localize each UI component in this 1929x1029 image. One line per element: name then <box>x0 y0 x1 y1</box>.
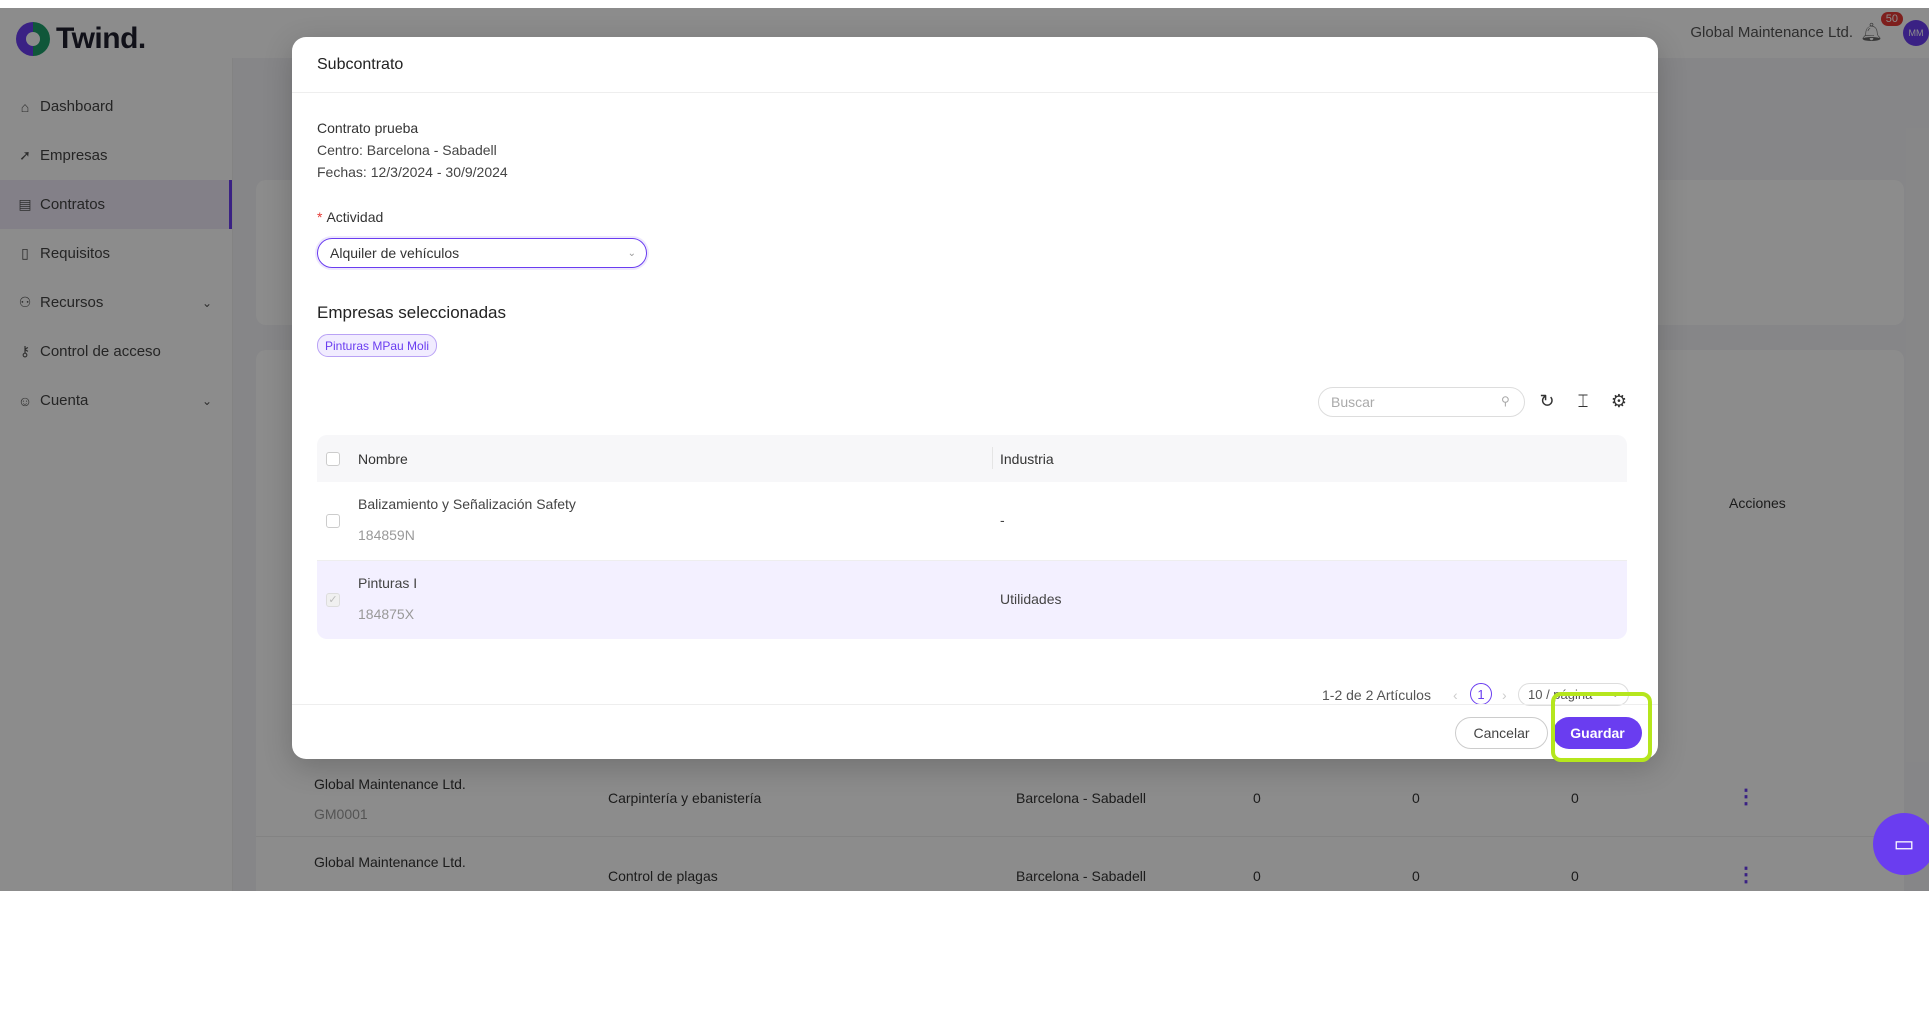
activity-select[interactable]: Alquiler de vehículos ⌄ <box>317 238 647 268</box>
prev-page-icon[interactable]: ‹ <box>1453 687 1458 703</box>
contract-name: Contrato prueba <box>317 120 419 136</box>
footer-divider <box>292 704 1658 705</box>
required-mark: * <box>317 209 323 225</box>
activity-select-value: Alquiler de vehículos <box>330 245 460 261</box>
chevron-down-icon: ⌄ <box>627 247 636 259</box>
cancel-button[interactable]: Cancelar <box>1455 717 1548 749</box>
company-name: Balizamiento y Señalización Safety <box>358 496 576 512</box>
search-icon: ⚲ <box>1501 394 1510 408</box>
column-height-icon[interactable]: ⌶ <box>1572 391 1594 412</box>
column-header-industry[interactable]: Industria <box>1000 451 1054 467</box>
search-input[interactable] <box>1318 387 1525 417</box>
pagination-summary: 1-2 de 2 Artículos <box>1322 687 1431 703</box>
table-row[interactable]: ✓ Pinturas I 184875X Utilidades <box>317 561 1627 639</box>
contract-center: Centro: Barcelona - Sabadell <box>317 142 497 158</box>
activity-label-text: Actividad <box>326 209 384 225</box>
column-header-name[interactable]: Nombre <box>358 451 408 467</box>
activity-label: * Actividad <box>317 209 383 225</box>
chat-button[interactable]: ▭ <box>1873 813 1929 875</box>
gear-icon[interactable]: ⚙ <box>1608 391 1630 412</box>
table-row[interactable]: Balizamiento y Señalización Safety 18485… <box>317 482 1627 561</box>
companies-table: Nombre Industria Balizamiento y Señaliza… <box>317 435 1627 639</box>
company-industry: Utilidades <box>1000 591 1062 607</box>
save-button-highlight <box>1551 692 1652 762</box>
chat-icon: ▭ <box>1893 831 1915 856</box>
select-all-checkbox[interactable] <box>326 451 340 466</box>
company-code: 184875X <box>358 606 415 622</box>
company-code: 184859N <box>358 527 415 543</box>
next-page-icon[interactable]: › <box>1502 687 1507 703</box>
selected-companies-title: Empresas seleccionadas <box>317 303 506 322</box>
contract-dates: Fechas: 12/3/2024 - 30/9/2024 <box>317 164 508 180</box>
reload-icon[interactable]: ↻ <box>1536 391 1558 412</box>
contract-info: Contrato prueba Centro: Barcelona - Saba… <box>317 117 508 183</box>
row-checkbox[interactable] <box>326 514 340 528</box>
row-checkbox-checked: ✓ <box>326 593 340 607</box>
table-header: Nombre Industria <box>317 435 1627 482</box>
selected-company-tag[interactable]: Pinturas MPau Moli <box>317 334 438 357</box>
company-name: Pinturas I <box>358 575 418 591</box>
modal-title: Subcontrato <box>292 37 1658 93</box>
app-frame: Twind. ⌂ Dashboard ➚ Empresas ▤ Contrato… <box>0 8 1929 891</box>
column-divider <box>992 447 993 469</box>
company-industry: - <box>1000 512 1005 528</box>
page-1-button[interactable]: 1 <box>1470 683 1492 705</box>
subcontract-modal: Subcontrato Contrato prueba Centro: Barc… <box>292 37 1658 759</box>
